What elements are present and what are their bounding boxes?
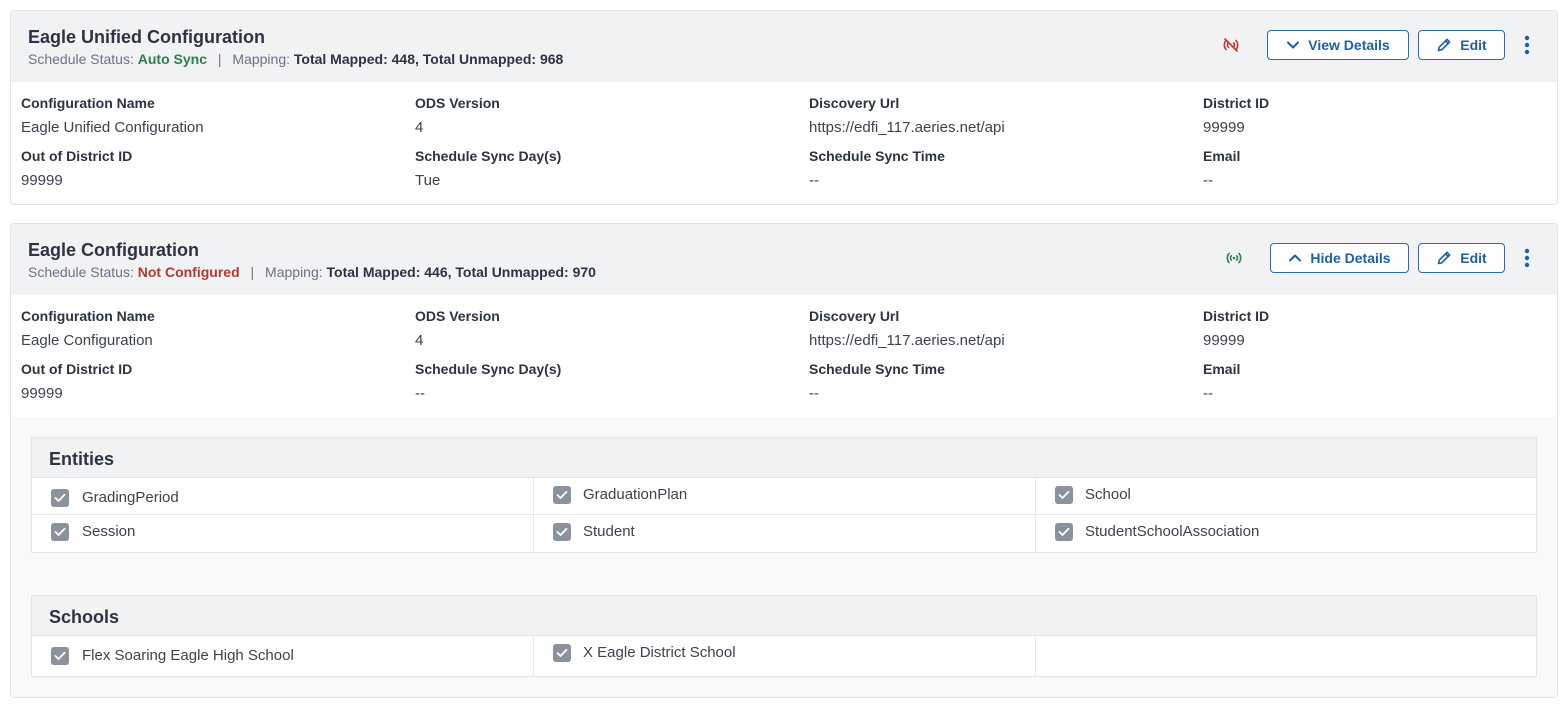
schools-title: Schools	[32, 596, 1536, 636]
config-card-eagle: Eagle Configuration Schedule Status: Not…	[10, 223, 1558, 698]
checkbox-checked-icon[interactable]	[553, 644, 571, 662]
config-name-label: Configuration Name	[21, 95, 155, 111]
school-label: X Eagle District School	[583, 644, 736, 661]
pencil-icon	[1437, 38, 1451, 52]
card-title: Eagle Configuration	[28, 240, 199, 260]
schedule-sync-days-label: Schedule Sync Day(s)	[415, 361, 562, 377]
view-details-label: View Details	[1308, 37, 1390, 53]
entity-label: Student	[583, 523, 635, 540]
pencil-icon	[1437, 251, 1451, 265]
email-label: Email	[1203, 148, 1241, 164]
out-of-district-id-value: 99999	[21, 172, 63, 189]
entity-item-school[interactable]: School	[1036, 478, 1536, 514]
table-row: Flex Soaring Eagle High School X Eagle D…	[32, 636, 1536, 676]
out-of-district-id-value: 99999	[21, 385, 63, 402]
card-subtitle: Schedule Status: Auto Sync | Mapping: To…	[28, 51, 563, 67]
discovery-url-label: Discovery Url	[809, 308, 900, 324]
checkbox-checked-icon[interactable]	[51, 523, 69, 541]
card-header: Eagle Configuration Schedule Status: Not…	[11, 224, 1557, 295]
card-header: Eagle Unified Configuration Schedule Sta…	[11, 11, 1557, 82]
mapping-label: Mapping:	[265, 264, 323, 280]
empty-cell	[1036, 636, 1536, 676]
ods-version-value: 4	[415, 119, 424, 136]
schedule-sync-time-value: --	[809, 172, 819, 189]
entity-item-student-school-association[interactable]: StudentSchoolAssociation	[1036, 515, 1536, 552]
schedule-sync-days-value: --	[415, 385, 425, 402]
school-label: Flex Soaring Eagle High School	[82, 647, 294, 664]
discovery-url-label: Discovery Url	[809, 95, 900, 111]
hide-details-label: Hide Details	[1310, 250, 1391, 266]
district-id-label: District ID	[1203, 95, 1270, 111]
schedule-status-label: Schedule Status:	[28, 264, 134, 280]
schedule-sync-days-label: Schedule Sync Day(s)	[415, 148, 562, 164]
mapping-value: Total Mapped: 446, Total Unmapped: 970	[326, 264, 596, 280]
entity-item-student[interactable]: Student	[534, 515, 1036, 552]
entity-label: School	[1085, 486, 1131, 503]
email-label: Email	[1203, 361, 1241, 377]
schedule-status-value: Not Configured	[137, 264, 240, 280]
district-id-label: District ID	[1203, 308, 1270, 324]
out-of-district-id-label: Out of District ID	[21, 361, 133, 377]
entities-section: Entities GradingPeriod GraduationPlan Sc…	[31, 437, 1537, 553]
chevron-up-icon	[1289, 254, 1302, 262]
schedule-sync-time-value: --	[809, 385, 819, 402]
checkbox-checked-icon[interactable]	[553, 523, 571, 541]
separator: |	[217, 51, 222, 67]
config-name-value: Eagle Configuration	[21, 332, 153, 349]
card-subtitle: Schedule Status: Not Configured | Mappin…	[28, 264, 596, 280]
entity-label: GraduationPlan	[583, 486, 688, 503]
more-options-icon[interactable]	[1519, 30, 1535, 60]
entity-item-session[interactable]: Session	[32, 515, 534, 552]
hide-details-button[interactable]: Hide Details	[1270, 243, 1409, 273]
schedule-status-label: Schedule Status:	[28, 51, 134, 67]
email-value: --	[1203, 172, 1213, 189]
details-panel: Entities GradingPeriod GraduationPlan Sc…	[11, 417, 1557, 697]
entities-title: Entities	[32, 438, 1536, 478]
email-value: --	[1203, 385, 1213, 402]
config-name-label: Configuration Name	[21, 308, 155, 324]
view-details-button[interactable]: View Details	[1267, 30, 1409, 60]
schedule-sync-time-label: Schedule Sync Time	[809, 361, 945, 377]
table-row: GradingPeriod GraduationPlan School	[32, 478, 1536, 515]
entity-item-graduation-plan[interactable]: GraduationPlan	[534, 478, 1036, 514]
sync-off-icon	[1221, 36, 1241, 54]
ods-version-label: ODS Version	[415, 95, 500, 111]
edit-button[interactable]: Edit	[1418, 30, 1505, 60]
ods-version-label: ODS Version	[415, 308, 500, 324]
checkbox-checked-icon[interactable]	[1055, 523, 1073, 541]
config-card-eagle-unified: Eagle Unified Configuration Schedule Sta…	[10, 10, 1558, 205]
discovery-url-value: https://edfi_117.aeries.net/api	[809, 332, 1005, 349]
district-id-value: 99999	[1203, 119, 1245, 136]
schedule-status-value: Auto Sync	[137, 51, 207, 67]
checkbox-checked-icon[interactable]	[51, 489, 69, 507]
schools-section: Schools Flex Soaring Eagle High School X…	[31, 595, 1537, 677]
edit-label: Edit	[1460, 250, 1487, 266]
more-options-icon[interactable]	[1519, 243, 1535, 273]
ods-version-value: 4	[415, 332, 424, 349]
schedule-sync-time-label: Schedule Sync Time	[809, 148, 945, 164]
schedule-sync-days-value: Tue	[415, 172, 441, 189]
card-title: Eagle Unified Configuration	[28, 27, 265, 47]
entity-item-grading-period[interactable]: GradingPeriod	[32, 478, 534, 514]
checkbox-checked-icon[interactable]	[553, 486, 571, 504]
sync-on-icon	[1224, 249, 1244, 267]
separator: |	[250, 264, 255, 280]
discovery-url-value: https://edfi_117.aeries.net/api	[809, 119, 1005, 136]
checkbox-checked-icon[interactable]	[51, 647, 69, 665]
mapping-value: Total Mapped: 448, Total Unmapped: 968	[293, 51, 564, 67]
edit-label: Edit	[1460, 37, 1487, 53]
chevron-down-icon	[1287, 41, 1300, 49]
checkbox-checked-icon[interactable]	[1055, 486, 1073, 504]
entity-label: GradingPeriod	[82, 489, 179, 506]
config-name-value: Eagle Unified Configuration	[21, 119, 204, 136]
mapping-label: Mapping:	[232, 51, 290, 67]
edit-button[interactable]: Edit	[1418, 243, 1505, 273]
school-item-flex-soaring-eagle[interactable]: Flex Soaring Eagle High School	[32, 636, 534, 676]
school-item-x-eagle-district[interactable]: X Eagle District School	[534, 636, 1036, 676]
entity-label: Session	[82, 523, 136, 540]
entity-label: StudentSchoolAssociation	[1085, 523, 1260, 540]
table-row: Session Student StudentSchoolAssociation	[32, 515, 1536, 552]
out-of-district-id-label: Out of District ID	[21, 148, 133, 164]
district-id-value: 99999	[1203, 332, 1245, 349]
